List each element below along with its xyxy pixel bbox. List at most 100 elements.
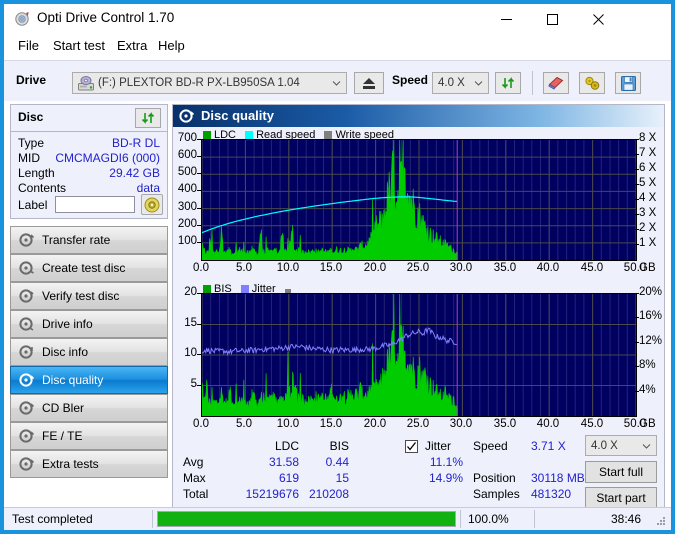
maximize-button[interactable]	[529, 4, 575, 34]
status-divider-2	[460, 510, 462, 528]
x-tick-chart2-8: 40.0	[536, 418, 560, 430]
x-tick-chart1-9: 45.0	[580, 262, 604, 274]
stats-row-total-label: Total	[183, 487, 209, 501]
chevron-down-icon	[332, 79, 341, 88]
y2-tick-chart1-4: 5 X	[639, 177, 657, 189]
chart-ldc-read-speed	[201, 139, 637, 261]
y-tickmark	[197, 208, 201, 209]
start-full-button[interactable]: Start full	[585, 461, 657, 483]
status-divider-1	[152, 510, 154, 528]
drive-icon	[78, 76, 94, 94]
y2-tick-chart1-1: 2 X	[639, 222, 657, 234]
y-tickmark	[197, 293, 201, 294]
x-tick-chart1-2: 10.0	[276, 262, 300, 274]
sidebar-label: Extra tests	[42, 457, 99, 471]
test-speed-select[interactable]: 4.0 X	[585, 435, 657, 456]
eject-button[interactable]	[354, 72, 384, 94]
sidebar-item-transfer-rate[interactable]: Transfer rate	[10, 226, 168, 254]
disc-test-icon	[19, 344, 35, 360]
disc-refresh-button[interactable]	[135, 108, 161, 128]
y-tick-chart1-3: 400	[177, 183, 197, 195]
y-tick-chart2-0: 5	[190, 378, 197, 390]
x-tick-chart1-0: 0.0	[193, 262, 209, 274]
sidebar-item-disc-info[interactable]: Disc info	[10, 338, 168, 366]
sidebar-item-fe-te[interactable]: FE / TE	[10, 422, 168, 450]
y-tickmark	[197, 354, 201, 355]
y2-tickmark	[635, 366, 639, 367]
disc-info-box: Disc Type BD-R DL MID CMCMAGDI6 (000) Le…	[10, 104, 168, 219]
y-tick-chart1-1: 200	[177, 218, 197, 230]
x-tick-chart2-6: 30.0	[449, 418, 473, 430]
legend-swatch-bis	[203, 285, 211, 293]
x-tick-chart2-9: 45.0	[580, 418, 604, 430]
stats-position-label: Position	[473, 471, 516, 485]
y-tickmark	[197, 173, 201, 174]
x-tick-chart1-5: 25.0	[406, 262, 430, 274]
y2-tickmark	[635, 391, 639, 392]
disc-label-label: Label	[18, 198, 48, 212]
settings-button[interactable]	[579, 72, 605, 94]
y-tick-chart1-2: 300	[177, 201, 197, 213]
chevron-down-icon	[642, 441, 651, 450]
refresh-button[interactable]	[495, 72, 521, 94]
sidebar-item-drive-info[interactable]: Drive info	[10, 310, 168, 338]
x-tick-chart2-1: 5.0	[236, 418, 252, 430]
disc-label-value	[56, 197, 134, 199]
menu-bar: File Start test Extra Help	[4, 34, 671, 60]
y-tick-chart1-5: 600	[177, 149, 197, 161]
toolbar: Drive (F:) PLEXTOR BD-R PX-LB950SA 1.04 …	[4, 60, 671, 101]
menu-start-test[interactable]: Start test	[51, 38, 107, 56]
start-part-button[interactable]: Start part	[585, 487, 657, 509]
resize-grip[interactable]	[655, 515, 667, 527]
minimize-button[interactable]	[483, 4, 529, 34]
close-button[interactable]	[575, 4, 621, 34]
y-tickmark	[197, 156, 201, 157]
menu-help[interactable]: Help	[156, 38, 187, 56]
stats-max-jitter: 14.9%	[428, 471, 463, 485]
erase-button[interactable]	[543, 72, 569, 94]
y2-tickmark	[635, 169, 639, 170]
sidebar-item-extra-tests[interactable]: Extra tests	[10, 450, 168, 478]
save-button[interactable]	[615, 72, 641, 94]
sidebar-item-verify-test-disc[interactable]: Verify test disc	[10, 282, 168, 310]
stats-row-max-label: Max	[183, 471, 206, 485]
sidebar-item-create-test-disc[interactable]: Create test disc	[10, 254, 168, 282]
stats-total-bis: 210208	[308, 487, 349, 501]
disc-header-label: Disc	[18, 110, 44, 124]
status-bar: Test completed 100.0% 38:46	[4, 507, 671, 530]
disc-type-value: BD-R DL	[111, 136, 160, 150]
y2-tickmark	[635, 214, 639, 215]
stats-max-bis: 15	[335, 471, 349, 485]
x-axis-unit-chart2: GB	[639, 418, 656, 430]
speed-select[interactable]: 4.0 X	[432, 72, 489, 94]
y-tickmark	[197, 139, 201, 140]
test-speed-value: 4.0 X	[591, 439, 618, 452]
y-tick-chart2-3: 20	[184, 286, 197, 298]
drive-select[interactable]: (F:) PLEXTOR BD-R PX-LB950SA 1.04	[72, 72, 347, 94]
disc-mid-label: MID	[18, 151, 40, 165]
disc-test-icon	[179, 108, 195, 124]
y2-tickmark	[635, 342, 639, 343]
disc-test-icon	[19, 372, 35, 388]
disc-mid-value: CMCMAGDI6 (000)	[55, 151, 160, 165]
jitter-checkbox[interactable]	[405, 440, 418, 453]
speed-value: 4.0 X	[438, 77, 465, 89]
disc-test-icon	[19, 232, 35, 248]
disc-test-icon	[19, 260, 35, 276]
menu-extra[interactable]: Extra	[115, 38, 149, 56]
menu-file[interactable]: File	[16, 38, 41, 56]
disc-label-button[interactable]	[141, 194, 163, 215]
x-tick-chart1-8: 40.0	[536, 262, 560, 274]
speed-label: Speed	[392, 73, 429, 87]
stats-total-ldc: 15219676	[245, 487, 299, 501]
y2-tickmark	[635, 199, 639, 200]
legend-swatch-read-speed	[245, 131, 254, 139]
disc-label-input[interactable]	[55, 196, 135, 213]
x-tick-chart2-7: 35.0	[493, 418, 517, 430]
sidebar-item-cd-bler[interactable]: CD Bler	[10, 394, 168, 422]
sidebar-label: Create test disc	[42, 261, 126, 275]
y-tickmark	[197, 225, 201, 226]
y2-tick-chart1-3: 4 X	[639, 192, 657, 204]
sidebar-item-disc-quality[interactable]: Disc quality	[10, 366, 168, 394]
legend-swatch-jitter	[240, 285, 249, 293]
